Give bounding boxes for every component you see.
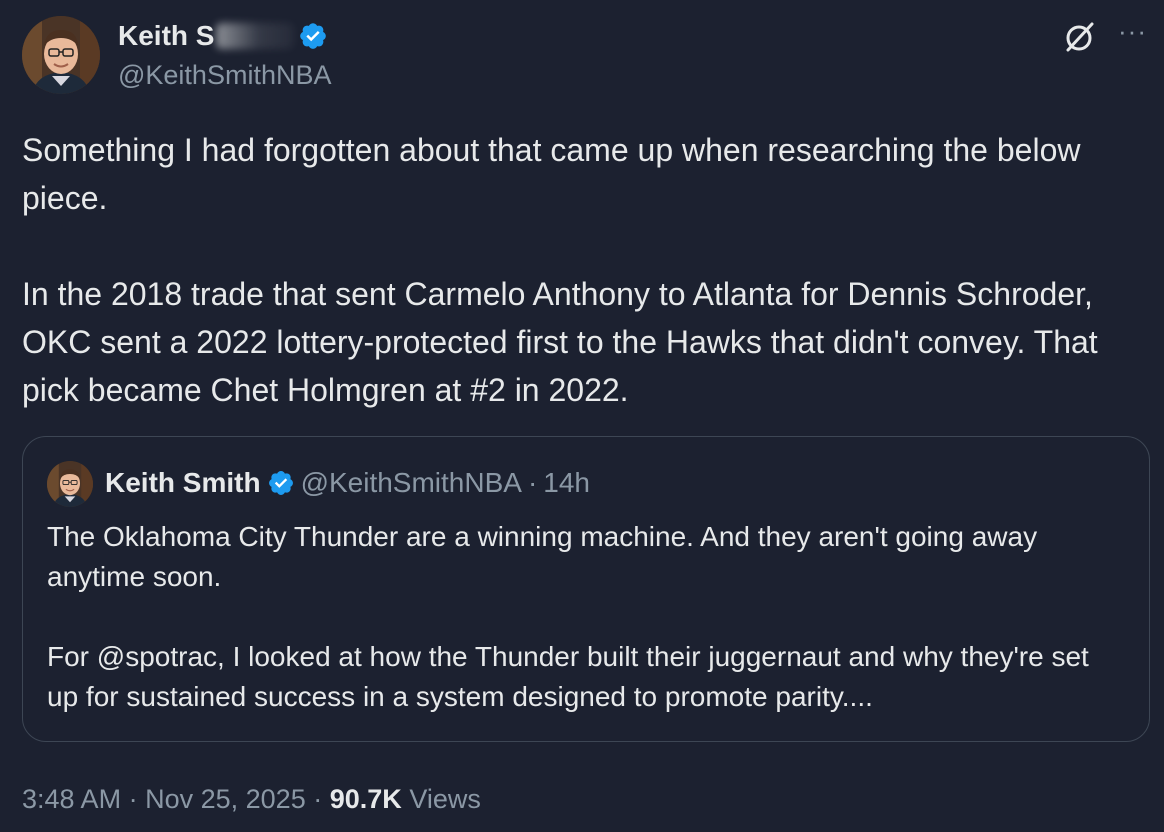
quoted-tweet-text: The Oklahoma City Thunder are a winning … — [47, 517, 1127, 717]
quoted-author-avatar — [47, 461, 93, 507]
quoted-tweet-header: Keith Smith @KeithSmithNBA · 14h — [105, 467, 590, 499]
more-options-icon[interactable]: ··· — [1118, 18, 1147, 44]
quoted-separator: · — [527, 467, 538, 498]
quoted-author-handle: @KeithSmithNBA — [300, 467, 522, 498]
author-handle[interactable]: @KeithSmithNBA — [118, 60, 331, 91]
author-avatar[interactable] — [22, 16, 100, 94]
tweet-paragraph-2: In the 2018 trade that sent Carmelo Anth… — [22, 276, 1098, 408]
author-name-text: Keith S — [118, 20, 215, 51]
views-count: 90.7K — [329, 784, 402, 814]
tweet-paragraph-1: Something I had forgotten about that cam… — [22, 132, 1081, 216]
author-avatar-image — [22, 16, 100, 94]
meta-separator: · — [313, 784, 323, 814]
tweet-meta: 3:48 AM · Nov 25, 2025 · 90.7K Views — [22, 784, 481, 815]
verified-badge-icon — [300, 23, 327, 49]
quoted-paragraph-1: The Oklahoma City Thunder are a winning … — [47, 521, 1038, 592]
verified-badge-icon — [268, 471, 293, 495]
tweet-text: Something I had forgotten about that cam… — [22, 126, 1132, 414]
meta-separator: · — [128, 784, 138, 814]
tweet-time[interactable]: 3:48 AM — [22, 784, 121, 814]
quoted-author-name: Keith Smith — [105, 467, 261, 498]
quoted-paragraph-2: For @spotrac, I looked at how the Thunde… — [47, 641, 1089, 712]
tweet-date[interactable]: Nov 25, 2025 — [145, 784, 306, 814]
tweet[interactable]: Keith S @KeithSmithNBA ··· Something I h… — [0, 0, 1164, 832]
redacted-name-blur — [216, 23, 295, 49]
author-display-name[interactable]: Keith S — [118, 20, 328, 52]
quoted-author-avatar-image — [47, 461, 93, 507]
quoted-tweet-card[interactable]: Keith Smith @KeithSmithNBA · 14h The Okl… — [22, 436, 1150, 742]
grok-icon[interactable] — [1063, 20, 1097, 54]
views-label: Views — [409, 784, 481, 814]
quoted-timestamp: 14h — [543, 467, 590, 498]
